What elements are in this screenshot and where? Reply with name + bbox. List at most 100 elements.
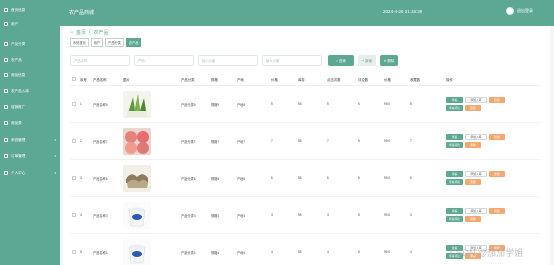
cell-fav: 4: [410, 250, 412, 254]
add-button[interactable]: + 新增: [358, 55, 376, 66]
edit-button[interactable]: 修改: [489, 134, 505, 140]
view-button[interactable]: 查看: [446, 171, 463, 177]
add-to-stock-button[interactable]: 添加入库: [465, 171, 487, 177]
cell-origin: 产地6: [237, 176, 246, 181]
sidebar-item[interactable]: 促销推广: [0, 101, 60, 113]
cell-cat: 产品分类5: [181, 102, 196, 107]
chevron-down-icon: ▾: [54, 171, 56, 175]
view-reviews-button[interactable]: 查看评论: [446, 216, 463, 222]
view-button[interactable]: 查看: [446, 208, 463, 214]
max-price-input[interactable]: 最大价格: [262, 55, 322, 66]
add-to-stock-button[interactable]: 添加入库: [465, 208, 487, 214]
row-checkbox[interactable]: [72, 138, 76, 143]
cell-name: 产品名称4: [93, 250, 108, 255]
cell-stock: 55: [298, 102, 302, 106]
cell-image: [121, 164, 179, 192]
cell-stock: 55: [298, 250, 302, 254]
app-title: 农产品商城: [69, 10, 95, 16]
cell-origin: 产地4: [237, 250, 246, 255]
delete-row-button[interactable]: 删除: [465, 105, 481, 111]
cell-fav: 7: [410, 139, 412, 143]
cell-image: [121, 201, 179, 229]
table-row: 2 产品名称7 产品分类7 规格7 产地7 7 55 7 5 99.0 7 查看 添加入库 修改 查看评论删…: [70, 123, 540, 160]
view-button[interactable]: 查看: [446, 134, 463, 140]
cell-stock: 55: [298, 176, 302, 180]
sidebar-item[interactable]: 产品分类: [0, 38, 60, 50]
logout-link[interactable]: 退出登录: [517, 8, 533, 14]
cell-price: 4: [271, 250, 273, 254]
column-header: 产品名称: [93, 78, 107, 82]
yogurt-image: [123, 201, 151, 229]
product-name-input[interactable]: 产品名称: [70, 55, 130, 66]
add-to-stock-button[interactable]: 添加入库: [465, 97, 487, 103]
column-header: 收藏数: [410, 78, 421, 82]
column-header: 点击次数: [327, 78, 341, 82]
min-price-input[interactable]: 最小价格: [198, 55, 258, 66]
cell-no: 5: [80, 250, 82, 254]
sidebar-item[interactable]: 农产品: [0, 54, 60, 66]
search-button[interactable]: ⌕ 查询: [328, 55, 354, 66]
sidebar-item[interactable]: 订单管理 ▾: [0, 150, 60, 162]
row-checkbox[interactable]: [72, 212, 76, 217]
sidebar-item[interactable]: 商品信息: [0, 69, 60, 81]
actions-line: 查看 添加入库 修改: [446, 171, 508, 177]
tab-tag[interactable]: 产品分类: [105, 38, 124, 47]
delete-row-button[interactable]: 删除: [465, 216, 481, 222]
sidebar-item[interactable]: 个人中心 ▾: [0, 167, 60, 179]
sidebar-item[interactable]: 系统管理 ▾: [0, 134, 60, 146]
menu-icon: [4, 42, 8, 46]
delete-button[interactable]: ✕ 删除: [380, 55, 398, 66]
sidebar-item[interactable]: 商品类: [0, 117, 60, 129]
edit-button[interactable]: 修改: [489, 97, 505, 103]
view-reviews-button[interactable]: 查看评论: [446, 179, 463, 185]
actions-line: 查看评论 删除: [446, 216, 508, 222]
sidebar-item[interactable]: 首页信息: [0, 4, 60, 16]
row-checkbox[interactable]: [72, 249, 76, 254]
menu-icon: [4, 154, 8, 158]
table-row: 3 产品名称6 产品分类6 规格6 产地6 6 55 6 5 99.0 6 查看 添加入库 修改 查看评论删…: [70, 160, 540, 197]
actions-line: 查看评论 删除: [446, 179, 508, 185]
checkbox[interactable]: [72, 77, 76, 81]
column-header: 图片: [123, 78, 130, 82]
actions-line: 查看 添加入库 修改: [446, 134, 508, 140]
view-reviews-button[interactable]: 查看评论: [446, 142, 463, 148]
origin-input[interactable]: 产地: [134, 55, 194, 66]
cell-cat: 产品分类3: [181, 213, 196, 218]
row-checkbox-cell: [70, 138, 78, 144]
edit-button[interactable]: 修改: [489, 171, 505, 177]
breadcrumb: ⌂ 首页 / 农产品: [70, 29, 108, 36]
delete-label: 删除: [387, 59, 395, 63]
row-checkbox[interactable]: [72, 101, 76, 106]
tab-tag[interactable]: 系统首页: [70, 38, 89, 47]
column-header: 库存: [298, 78, 305, 82]
actions-line: 查看评论 删除: [446, 105, 508, 111]
tag-bar: 系统首页 用户 产品分类 农产品: [70, 38, 142, 47]
cell-cat: 产品分类6: [181, 176, 196, 181]
sidebar-item[interactable]: 农产品入库: [0, 85, 60, 97]
sidebar-item-label: 促销推广: [11, 104, 26, 109]
user-menu[interactable]: 退出登录: [506, 7, 533, 15]
view-button[interactable]: 查看: [446, 97, 463, 103]
sidebar-item[interactable]: 用户: [0, 18, 60, 30]
watermark: CSDN @茄茄学姐: [450, 248, 524, 258]
row-actions: 查看 添加入库 修改 查看评论 删除: [444, 171, 508, 185]
cell-price2: 99.0: [384, 213, 391, 217]
view-reviews-button[interactable]: 查看评论: [446, 105, 463, 111]
column-header: 评论数: [358, 78, 369, 82]
row-checkbox-cell: [70, 175, 78, 181]
delete-row-button[interactable]: 删除: [465, 179, 481, 185]
edit-button[interactable]: 修改: [489, 208, 505, 214]
tab-tag[interactable]: 用户: [90, 38, 104, 47]
row-checkbox[interactable]: [72, 175, 76, 180]
cell-cat: 产品分类4: [181, 250, 196, 255]
avatar[interactable]: [506, 7, 514, 15]
breadcrumb-home[interactable]: 首页: [76, 29, 86, 36]
top-header: 农产品商城 2024-4-25 21:15:38 退出登录: [60, 0, 554, 26]
select-all-checkbox[interactable]: [70, 77, 78, 82]
cell-comments: 5: [358, 176, 360, 180]
sidebar-item-label: 订单管理: [11, 153, 26, 158]
tab-tag[interactable]: 农产品: [125, 38, 142, 47]
add-to-stock-button[interactable]: 添加入库: [465, 134, 487, 140]
cell-no: 1: [80, 102, 82, 106]
delete-row-button[interactable]: 删除: [465, 142, 481, 148]
